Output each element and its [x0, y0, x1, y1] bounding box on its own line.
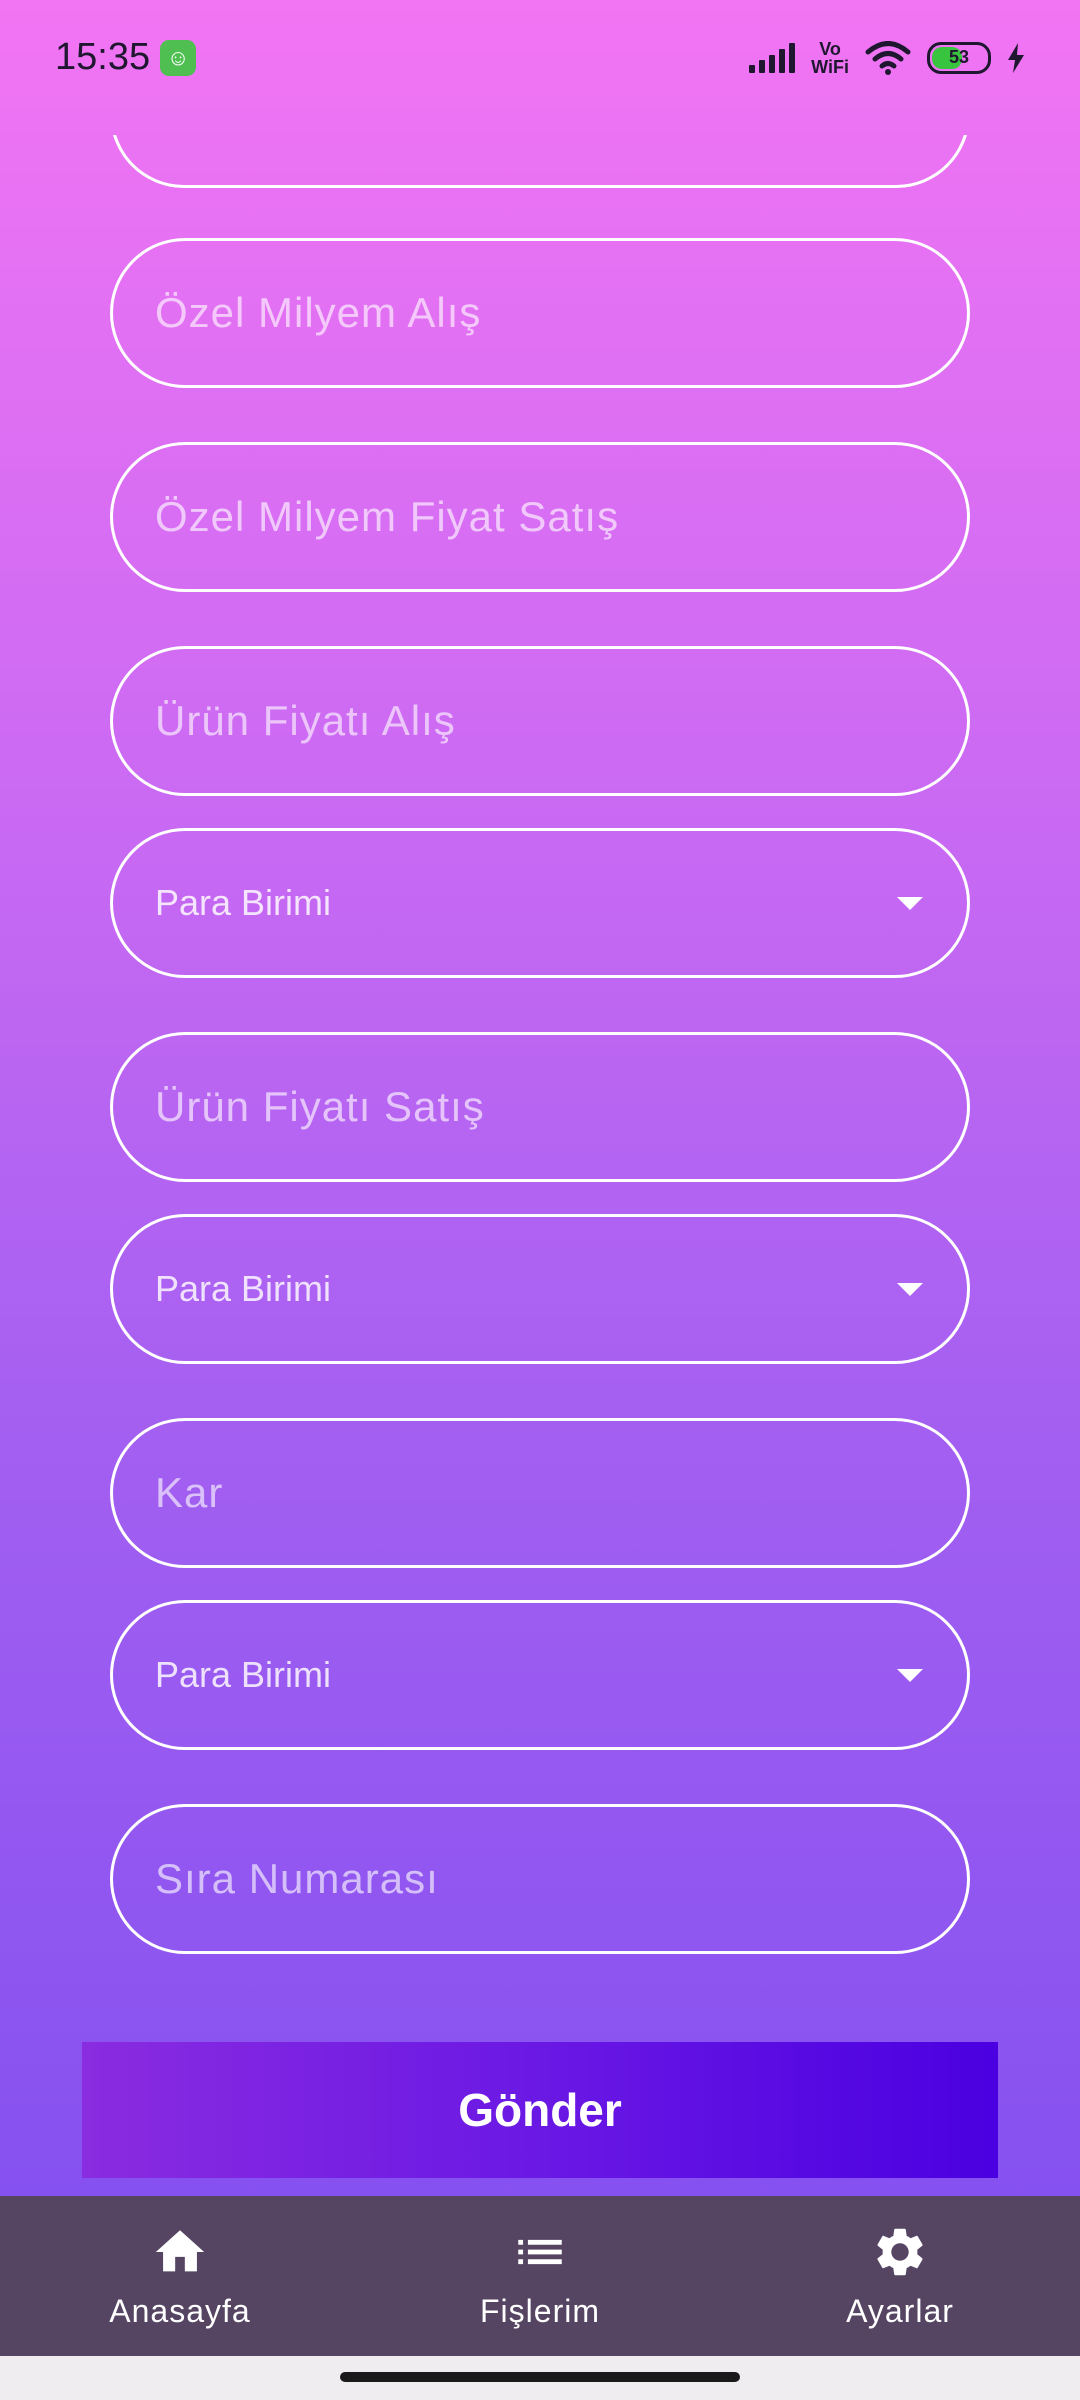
nav-item-fislerim[interactable]: Fişlerim: [390, 2223, 690, 2330]
kar-input[interactable]: Kar: [110, 1418, 970, 1568]
dropdown-placeholder: Para Birimi: [155, 882, 332, 923]
urun-fiyati-alis-input[interactable]: Ürün Fiyatı Alış: [110, 646, 970, 796]
dropdown-arrow-icon: [897, 1668, 923, 1682]
signal-icon: [749, 42, 796, 73]
sira-numarasi-input[interactable]: Sıra Numarası: [110, 1804, 970, 1954]
para-birimi-dropdown-3[interactable]: Para Birimi: [110, 1600, 970, 1750]
field-placeholder: Ürün Fiyatı Satış: [155, 1083, 485, 1130]
vowifi-icon: Vo WiFi: [811, 40, 849, 76]
send-button[interactable]: Gönder: [82, 2042, 998, 2178]
battery-icon: 53: [927, 41, 991, 74]
para-birimi-dropdown-1[interactable]: Para Birimi: [110, 828, 970, 978]
list-icon: [518, 2239, 562, 2264]
vowifi-top: Vo: [819, 38, 841, 59]
urun-fiyati-satis-input[interactable]: Ürün Fiyatı Satış: [110, 1032, 970, 1182]
nav-label: Ayarlar: [846, 2292, 954, 2329]
battery-level: 53: [948, 47, 970, 67]
wifi-icon: [865, 40, 911, 75]
gesture-handle[interactable]: [340, 2372, 740, 2382]
ozel-milyem-alis-input[interactable]: Özel Milyem Alış: [110, 238, 970, 388]
ozel-milyem-fiyat-satis-input[interactable]: Özel Milyem Fiyat Satış: [110, 442, 970, 592]
home-icon: [155, 2229, 205, 2271]
app-notification-icon: ☺: [160, 39, 197, 76]
status-time: 15:35: [55, 36, 151, 78]
vowifi-bottom: WiFi: [811, 56, 849, 77]
dropdown-arrow-icon: [897, 896, 923, 910]
charging-icon: [1008, 42, 1024, 73]
field-placeholder: Kar: [155, 1469, 224, 1516]
field-placeholder: Özel Milyem Alış: [155, 289, 482, 336]
dropdown-placeholder: Para Birimi: [155, 1654, 332, 1695]
status-right: Vo WiFi 53: [749, 40, 1025, 76]
field-placeholder: Ürün Fiyatı Alış: [155, 697, 456, 744]
bottom-nav: Anasayfa Fişlerim Ayarlar: [0, 2196, 1080, 2356]
gesture-area: [0, 2356, 1080, 2400]
gear-icon: [877, 2228, 923, 2275]
status-left: 15:35 ☺: [55, 36, 197, 79]
nav-item-ayarlar[interactable]: Ayarlar: [750, 2223, 1050, 2330]
field-placeholder: Özel Milyem Fiyat Satış: [155, 493, 620, 540]
dropdown-placeholder: Para Birimi: [155, 1268, 332, 1309]
dropdown-arrow-icon: [897, 1282, 923, 1296]
nav-label: Fişlerim: [480, 2292, 600, 2329]
nav-label: Anasayfa: [109, 2292, 251, 2329]
para-birimi-dropdown-2[interactable]: Para Birimi: [110, 1214, 970, 1364]
status-bar: 15:35 ☺ Vo WiFi 53: [0, 0, 1080, 115]
field-placeholder: Sıra Numarası: [155, 1855, 439, 1902]
nav-item-anasayfa[interactable]: Anasayfa: [30, 2223, 330, 2330]
